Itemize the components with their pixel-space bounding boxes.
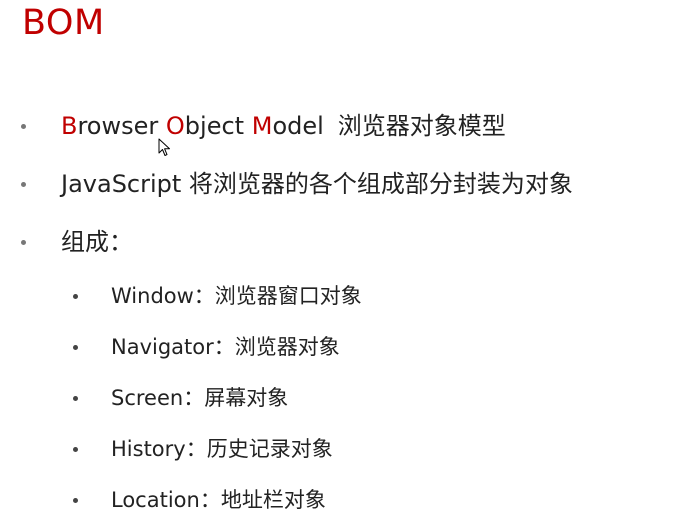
- initial-o: O: [165, 112, 185, 140]
- word-rest: rowser: [77, 112, 159, 140]
- bullet-item: 组成：: [0, 222, 695, 262]
- sub-bullet-text: Location：地址栏对象: [111, 488, 326, 512]
- bullet-dot-icon: [73, 294, 78, 299]
- bullet-dot-icon: [21, 182, 26, 187]
- mouse-pointer-icon: [158, 138, 170, 156]
- bullet-dot-icon: [73, 447, 78, 452]
- sub-bullet-text: Window：浏览器窗口对象: [111, 284, 362, 308]
- bullet-dot-icon: [73, 396, 78, 401]
- sub-bullet-text: History：历史记录对象: [111, 437, 333, 461]
- bullet-dot-icon: [73, 345, 78, 350]
- sub-bullet-item: History：历史记录对象: [0, 432, 695, 466]
- sub-bullet-item: Window：浏览器窗口对象: [0, 279, 695, 313]
- bullet-text: JavaScript 将浏览器的各个组成部分封装为对象: [61, 170, 573, 198]
- bullet-chinese: 浏览器对象模型: [337, 112, 506, 140]
- bullet-item: JavaScript 将浏览器的各个组成部分封装为对象: [0, 164, 695, 204]
- bullet-dot-icon: [73, 498, 78, 503]
- bullet-dot-icon: [21, 124, 26, 129]
- word-rest: odel: [272, 112, 324, 140]
- initial-m: M: [251, 112, 273, 140]
- bullet-dot-icon: [21, 240, 26, 245]
- sub-bullet-text: Screen：屏幕对象: [111, 386, 289, 410]
- bullet-item: Browser Object Model 浏览器对象模型: [0, 106, 695, 146]
- bullet-text: Browser Object Model 浏览器对象模型: [61, 111, 506, 141]
- slide-title: BOM: [22, 3, 105, 43]
- word-rest: bject: [184, 112, 245, 140]
- initial-b: B: [61, 112, 78, 140]
- slide: BOM Browser Object Model 浏览器对象模型 JavaScri…: [0, 0, 695, 526]
- sub-bullet-item: Navigator：浏览器对象: [0, 330, 695, 364]
- bullet-text: 组成：: [61, 228, 133, 256]
- sub-bullet-text: Navigator：浏览器对象: [111, 335, 340, 359]
- sub-bullet-item: Location：地址栏对象: [0, 483, 695, 517]
- sub-bullet-item: Screen：屏幕对象: [0, 381, 695, 415]
